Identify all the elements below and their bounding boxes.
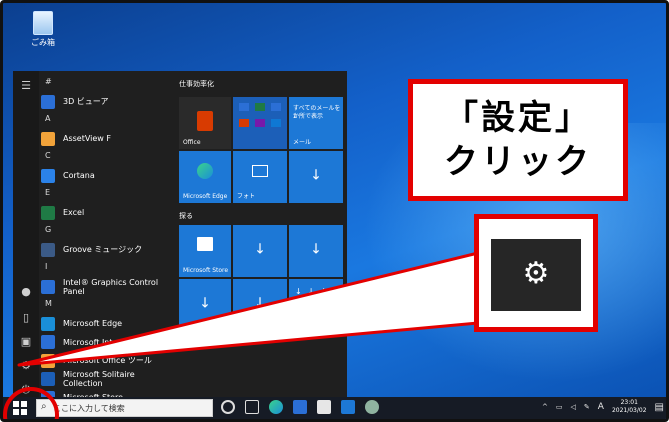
instruction-callout: 「設定」 クリック (408, 79, 628, 201)
zoom-connector (17, 251, 480, 367)
clock[interactable]: 23:01 2021/03/02 (612, 399, 647, 415)
volume-icon[interactable]: ◁ (571, 403, 576, 411)
notification-icon[interactable]: ▤ (655, 402, 664, 413)
store-icon[interactable] (317, 400, 331, 414)
pen-icon[interactable]: ✎ (584, 403, 590, 411)
app-icon[interactable] (365, 400, 379, 414)
system-tray: ^ ▭ ◁ ✎ A 23:01 2021/03/02 ▤ (542, 399, 664, 415)
screenshot-frame: ごみ箱 ☰ ● ▯ ▣ ⚙ ⏻ #3D ビューアAAssetView FCCor… (0, 0, 669, 422)
settings-zoom-box: ⚙ (474, 214, 598, 332)
mail-icon[interactable] (341, 400, 355, 414)
callout-line2: クリック (444, 142, 592, 182)
callout-line1: 「設定」 (444, 98, 592, 138)
explorer-icon[interactable] (293, 400, 307, 414)
clock-date: 2021/03/02 (611, 407, 647, 414)
cortana-icon[interactable] (221, 400, 235, 414)
chevron-up-icon[interactable]: ^ (542, 403, 548, 411)
network-icon[interactable]: ▭ (556, 403, 563, 411)
task-view-icon[interactable] (245, 400, 259, 414)
search-box[interactable]: ⌕ ここに入力して検索 (36, 399, 213, 417)
search-placeholder: ここに入力して検索 (53, 404, 125, 413)
gear-icon: ⚙ (522, 256, 550, 291)
clock-time: 23:01 (620, 399, 638, 406)
edge-icon[interactable] (269, 400, 283, 414)
settings-zoom-button[interactable]: ⚙ (491, 239, 581, 311)
ime-indicator[interactable]: A (598, 402, 604, 412)
taskbar: ⌕ ここに入力して検索 ^ ▭ ◁ ✎ A 23:01 2021/03/02 ▤ (3, 397, 666, 419)
taskbar-pinned (221, 400, 379, 416)
